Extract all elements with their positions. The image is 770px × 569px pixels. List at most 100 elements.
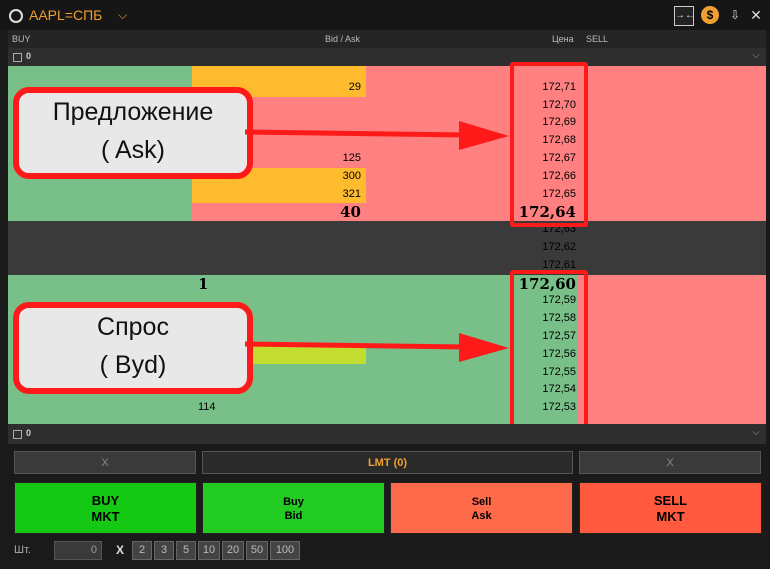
bid-row-empty [8, 417, 766, 424]
buy-cell[interactable] [8, 185, 192, 204]
price-cell[interactable]: 172,62 [366, 239, 578, 258]
buy-cell[interactable] [8, 203, 192, 222]
buy-cell[interactable] [8, 399, 192, 417]
sell-cell[interactable] [578, 328, 766, 346]
sell-cell[interactable] [578, 292, 766, 311]
quantity-preset-button[interactable]: 20 [222, 541, 244, 560]
buy-cell [8, 417, 192, 424]
buy-market-line2: MKT [91, 509, 120, 524]
quantity-preset-button[interactable]: 10 [198, 541, 220, 560]
bid-ask-cell[interactable]: 1 [192, 274, 367, 293]
sell-cell[interactable] [578, 78, 766, 97]
price-value: 172,61 [542, 258, 576, 271]
sell-cell[interactable] [578, 399, 766, 417]
bid-ask-cell[interactable] [192, 256, 367, 276]
sell-cell[interactable] [578, 363, 766, 382]
sell-cell[interactable] [578, 167, 766, 186]
quantity-preset-button[interactable]: 5 [176, 541, 196, 560]
chevron-down-icon[interactable]: ⌵ [118, 8, 127, 23]
sell-cell [578, 417, 766, 424]
coin-icon[interactable]: $ [701, 6, 719, 24]
bid-ask-cell[interactable] [192, 221, 367, 240]
download-icon[interactable]: ⇩ [726, 6, 744, 24]
spread-row[interactable]: 172,61 [8, 256, 766, 276]
bid-ask-cell[interactable]: 114 [192, 399, 367, 417]
ask-row[interactable]: 40 172,64 [8, 203, 766, 221]
sell-cell[interactable] [578, 185, 766, 204]
sell-cell[interactable] [578, 239, 766, 258]
order-book-window: AAPL=СПБ ⌵ →← $ ⇩ ✕ BUY Bid / Ask Цена S… [0, 0, 770, 569]
buy-bid-button[interactable]: Buy Bid [202, 482, 385, 534]
ask-row[interactable]: 321 172,65 [8, 185, 766, 204]
bid-ask-cell[interactable]: 321 [192, 185, 367, 204]
sell-cell[interactable] [578, 381, 766, 400]
quantity-preset-button[interactable]: 2 [132, 541, 152, 560]
buy-cell[interactable] [8, 221, 192, 240]
sell-cell[interactable] [578, 96, 766, 115]
collapse-square-icon[interactable] [13, 53, 22, 62]
ask-quantity: 300 [342, 169, 361, 182]
ask-callout-line2: ( Ask) [101, 136, 165, 164]
sell-market-line1: SELL [653, 493, 688, 508]
bid-row[interactable]: 1 172,60 [8, 274, 766, 293]
quantity-preset-button[interactable]: 100 [270, 541, 300, 560]
ask-callout-line1: Предложение [52, 98, 214, 126]
bid-callout-line2: ( Byd) [99, 351, 167, 379]
sell-cell[interactable] [578, 274, 766, 293]
expand-icon[interactable]: →← [674, 6, 695, 26]
buy-cell[interactable] [8, 66, 192, 79]
ask-quantity: 29 [348, 80, 361, 93]
ask-quantity: 321 [342, 187, 361, 200]
cancel-sell-orders-button[interactable]: X [579, 451, 761, 474]
column-sell: SELL [586, 34, 609, 44]
buy-cell[interactable] [8, 274, 192, 293]
sell-cell[interactable] [578, 150, 766, 168]
bid-ask-cell [192, 417, 367, 424]
collapse-square-icon[interactable] [13, 430, 22, 439]
chevron-down-icon[interactable]: ⌵ [752, 50, 760, 61]
sell-market-button[interactable]: SELL MKT [579, 482, 762, 534]
bid-row[interactable]: 114 172,53 [8, 399, 766, 417]
column-buy: BUY [12, 34, 31, 44]
sell-cell[interactable] [578, 221, 766, 240]
top-group-header[interactable]: 0 ⌵ [8, 48, 766, 66]
price-value: 172,62 [542, 241, 576, 253]
quantity-preset-button[interactable]: 50 [246, 541, 268, 560]
quantity-preset-button[interactable]: 3 [154, 541, 174, 560]
title-bar: AAPL=СПБ ⌵ →← $ ⇩ ✕ [0, 0, 770, 30]
multiplier-label: X [116, 543, 125, 557]
limit-orders-indicator[interactable]: LMT (0) [202, 451, 573, 474]
sell-cell[interactable] [578, 66, 766, 79]
buy-cell[interactable] [8, 256, 192, 276]
sell-ask-line2: Ask [471, 510, 492, 522]
sell-cell[interactable] [578, 132, 766, 150]
buy-cell[interactable] [8, 239, 192, 258]
buy-market-button[interactable]: BUY MKT [14, 482, 197, 534]
spread-row[interactable]: 172,62 [8, 239, 766, 258]
sell-ask-button[interactable]: Sell Ask [390, 482, 573, 534]
sell-cell[interactable] [578, 203, 766, 222]
quantity-input[interactable]: 0 [54, 541, 102, 560]
chevron-down-icon[interactable]: ⌵ [752, 427, 760, 438]
bottom-group-header[interactable]: 0 ⌵ [8, 424, 766, 444]
instrument-title[interactable]: AAPL=СПБ [29, 7, 102, 23]
spread-row[interactable]: 172,63 [8, 221, 766, 240]
sell-cell[interactable] [578, 310, 766, 328]
sell-cell[interactable] [578, 114, 766, 133]
volume-bar [192, 185, 366, 204]
bid-ask-cell[interactable]: 40 [192, 203, 367, 221]
ask-quantity: 125 [342, 152, 361, 164]
column-price: Цена [552, 34, 574, 44]
ask-price-highlight [510, 62, 588, 227]
bid-quantity: 1 [198, 274, 209, 293]
cancel-buy-orders-button[interactable]: X [14, 451, 196, 474]
bid-ask-cell[interactable] [192, 239, 367, 258]
bottom-group-count: 0 [26, 428, 32, 438]
close-icon[interactable]: ✕ [747, 6, 765, 24]
volume-bar [192, 66, 366, 79]
buy-bid-line1: Buy [283, 496, 304, 508]
sell-cell[interactable] [578, 345, 766, 364]
bid-ask-cell[interactable] [192, 66, 367, 79]
ask-row[interactable] [8, 66, 766, 79]
sell-cell[interactable] [578, 256, 766, 276]
